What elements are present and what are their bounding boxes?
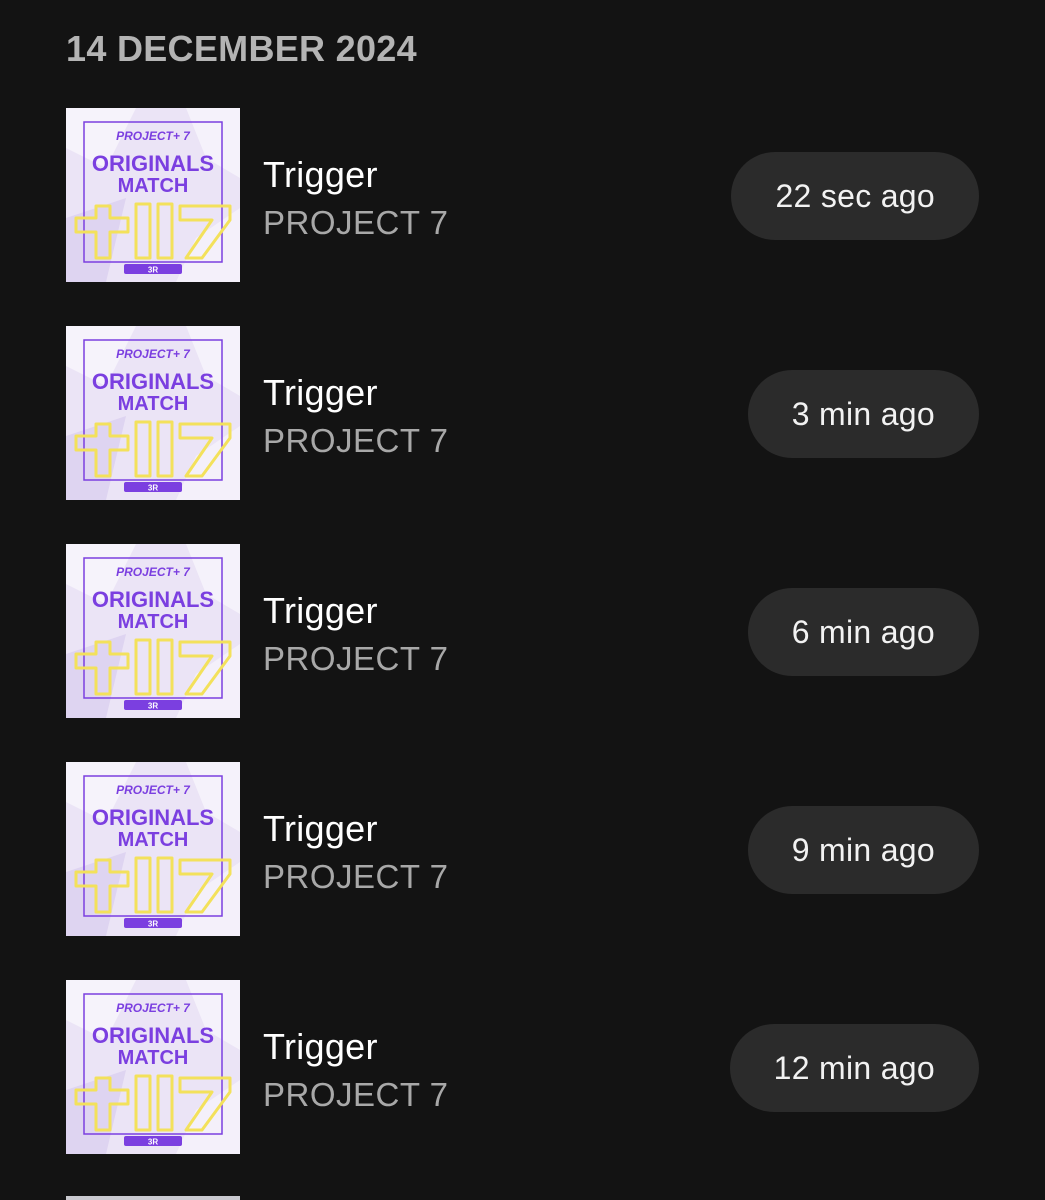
album-art[interactable]: PROJECT+ 7 ORIGINALSMATCH 3R [66,326,240,500]
list-item[interactable]: PROJECT+ 7 ORIGINALS MATCH 3R Trigger PROJE… [0,544,1045,762]
svg-text:3R: 3R [148,920,158,929]
svg-text:PROJECT+ 7: PROJECT+ 7 [116,129,191,143]
album-art[interactable]: PROJECT+ 7 ORIGINALSMATCH 3R [66,980,240,1154]
time-ago-badge[interactable]: 6 min ago [747,588,979,676]
list-item[interactable]: PROJECT+ 7 ORIGINALS MATCH 3R Trigger PROJE… [0,980,1045,1198]
svg-text:MATCH: MATCH [118,1047,189,1069]
svg-text:ORIGINALS: ORIGINALS [92,587,214,612]
svg-text:MATCH: MATCH [118,611,189,633]
time-ago-badge[interactable]: 12 min ago [729,1024,979,1112]
svg-text:ORIGINALS: ORIGINALS [92,1023,214,1048]
track-title: Trigger [263,154,378,195]
time-ago-badge[interactable]: 3 min ago [747,370,979,458]
track-title: Trigger [263,372,378,413]
list-item[interactable]: PROJECT+ 7 ORIGINALS MATCH 3R Trigger PROJE… [0,326,1045,544]
section-date-header: 14 DECEMBER 2024 [66,28,417,69]
svg-text:ORIGINALS: ORIGINALS [92,805,214,830]
album-art[interactable]: PROJECT+ 7 ORIGINALSMATCH 3R [66,108,240,282]
svg-text:MATCH: MATCH [118,829,189,851]
history-list: PROJECT+ 7 ORIGINALS MATCH 3R Trigger PROJE… [0,108,1045,1198]
svg-text:3R: 3R [148,266,158,275]
album-art[interactable]: PROJECT+ 7 ORIGINALSMATCH 3R [66,762,240,936]
svg-text:PROJECT+ 7: PROJECT+ 7 [116,1001,191,1015]
track-title: Trigger [263,1026,378,1067]
track-artist: PROJECT 7 [263,1076,449,1113]
track-artist: PROJECT 7 [263,204,449,241]
track-artist: PROJECT 7 [263,858,449,895]
track-title: Trigger [263,590,378,631]
svg-text:MATCH: MATCH [118,393,189,415]
time-ago-badge[interactable]: 9 min ago [747,806,979,894]
track-artist: PROJECT 7 [263,422,449,459]
svg-text:PROJECT+ 7: PROJECT+ 7 [116,565,191,579]
next-album-art-peek [66,1196,240,1200]
svg-text:3R: 3R [148,1138,158,1147]
svg-text:3R: 3R [148,484,158,493]
svg-text:ORIGINALS: ORIGINALS [92,369,214,394]
list-item[interactable]: PROJECT+ 7 ORIGINALS MATCH 3R Trigger PROJE… [0,762,1045,980]
svg-text:MATCH: MATCH [118,175,189,197]
album-art[interactable]: PROJECT+ 7 ORIGINALSMATCH 3R [66,544,240,718]
svg-text:PROJECT+ 7: PROJECT+ 7 [116,783,191,797]
svg-text:PROJECT+ 7: PROJECT+ 7 [116,347,191,361]
track-artist: PROJECT 7 [263,640,449,677]
svg-text:3R: 3R [148,702,158,711]
list-item[interactable]: PROJECT+ 7 ORIGINALS MATCH 3R Trigger PROJE… [0,108,1045,326]
svg-text:ORIGINALS: ORIGINALS [92,151,214,176]
time-ago-badge[interactable]: 22 sec ago [731,152,979,240]
track-title: Trigger [263,808,378,849]
